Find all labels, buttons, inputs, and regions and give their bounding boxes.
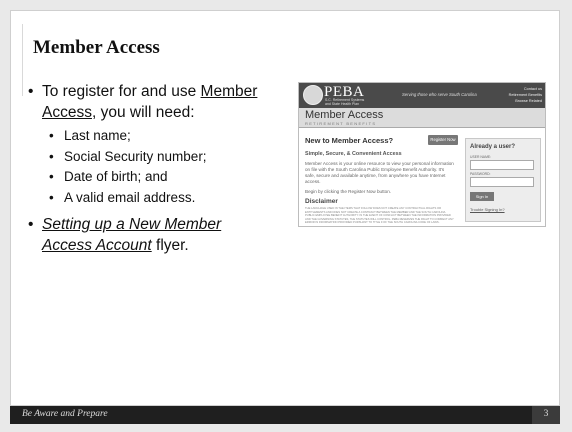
username-input[interactable]: [470, 160, 534, 170]
login-box: Already a user? USER NAME: PASSWORD: Sig…: [465, 138, 541, 222]
site-header: PEBA S.C. Retirement Systems and State H…: [299, 83, 545, 108]
member-access-screenshot: PEBA S.C. Retirement Systems and State H…: [298, 82, 546, 227]
page-number: 3: [543, 409, 549, 419]
section-divider: [299, 127, 545, 128]
requirement-item: Social Security number;: [28, 147, 273, 168]
requirement-item: Date of birth; and: [28, 167, 273, 188]
title-accent-rule: [22, 24, 23, 96]
password-label: PASSWORD:: [470, 172, 491, 176]
footer-text: Be Aware and Prepare: [22, 409, 108, 419]
bullet-register-post: , you will need:: [91, 104, 195, 121]
bullet-list: To register for and use Member Access, y…: [28, 81, 273, 256]
site-logo-subtitle: S.C. Retirement Systems and State Health…: [325, 98, 364, 106]
trouble-signing-in-link[interactable]: Trouble Signing In?: [470, 207, 505, 212]
disclaimer-heading: Disclaimer: [305, 198, 338, 205]
flyer-link[interactable]: Setting up a New Member Access Account: [42, 216, 221, 254]
section-subtitle: RETIREMENT BENEFITS: [305, 121, 377, 126]
username-label: USER NAME:: [470, 155, 492, 159]
requirement-item: Last name;: [28, 126, 273, 147]
requirement-item: A valid email address.: [28, 188, 273, 209]
slide-footer: Be Aware and Prepare 3: [10, 406, 560, 424]
login-heading: Already a user?: [470, 144, 516, 150]
sign-in-button[interactable]: Sign In: [470, 192, 494, 201]
requirements-list: Last name; Social Security number; Date …: [28, 126, 273, 208]
slide-title: Member Access: [33, 37, 160, 58]
intro-paragraph: Member Access is your online resource to…: [305, 161, 454, 184]
begin-text: Begin by clicking the Register Now butto…: [305, 189, 392, 194]
site-header-links: Contact us Retirement Benefits Browse Re…: [509, 86, 542, 104]
site-tagline: Serving those who serve South Carolina: [402, 92, 477, 97]
password-input[interactable]: [470, 177, 534, 187]
peba-seal-icon: [303, 85, 323, 105]
section-title: Member Access: [305, 109, 384, 121]
slide: Member Access To register for and use Me…: [0, 0, 572, 432]
logo-sub-line: and State Health Plan: [325, 102, 360, 106]
bullet-flyer: Setting up a New Member Access Account f…: [28, 214, 273, 256]
register-now-button[interactable]: Register Now: [428, 135, 458, 145]
new-user-heading: New to Member Access?: [305, 136, 394, 145]
simple-heading: Simple, Secure, & Convenient Access: [305, 151, 402, 157]
page-number-box: 3: [532, 406, 560, 424]
bullet-register-pre: To register for and use: [42, 83, 201, 100]
bullet-register: To register for and use Member Access, y…: [28, 81, 273, 123]
disclaimer-text: The language used in the items that foll…: [305, 207, 454, 225]
bullet-flyer-post: flyer.: [151, 237, 189, 254]
header-link-browse[interactable]: Browse Related: [509, 98, 542, 104]
